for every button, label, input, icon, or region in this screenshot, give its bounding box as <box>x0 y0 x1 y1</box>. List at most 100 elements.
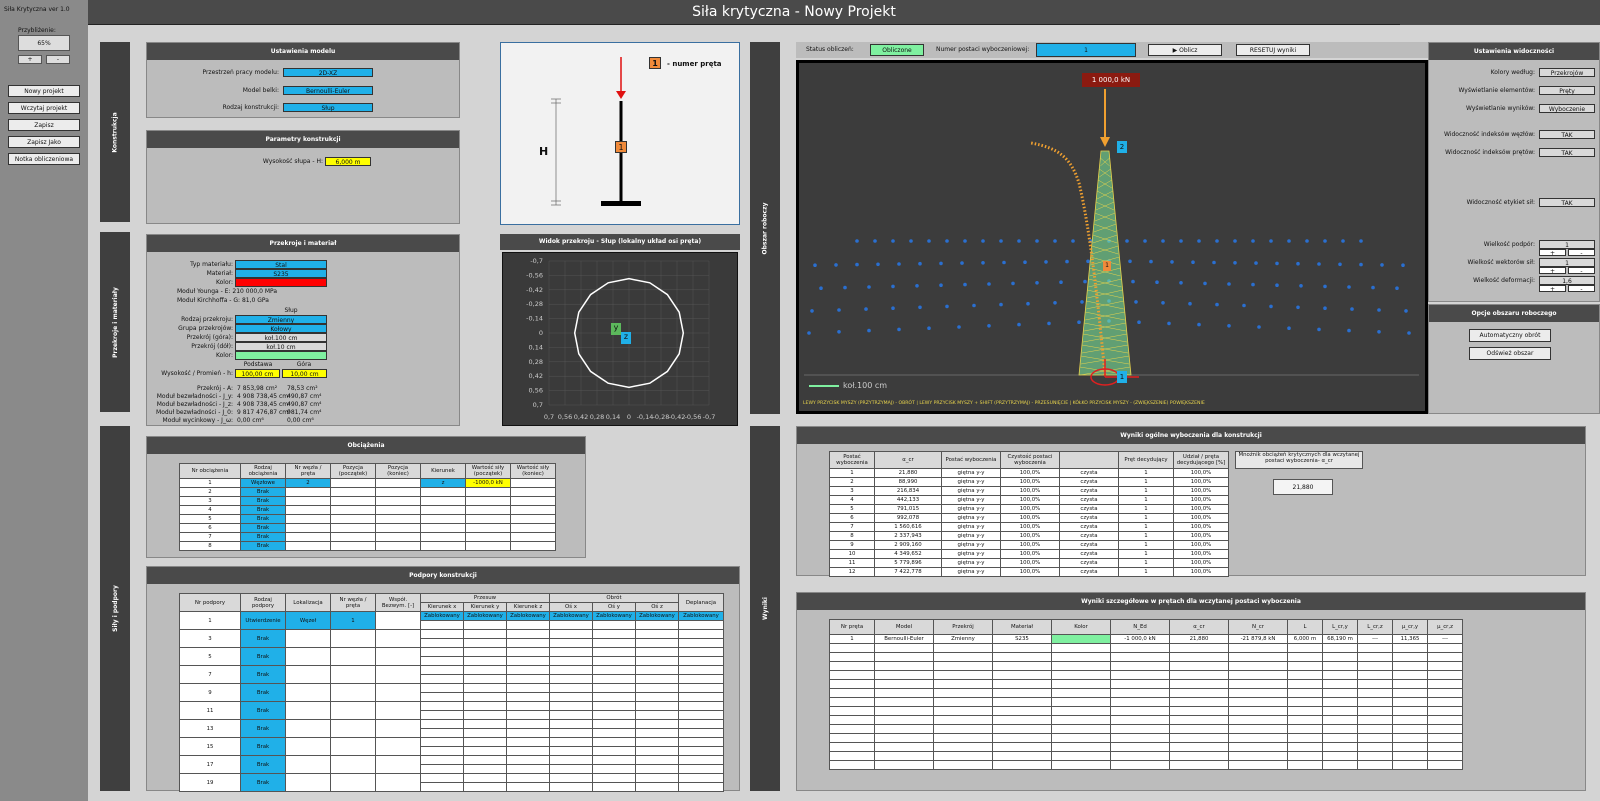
support-dof-cell[interactable] <box>549 728 593 738</box>
support-dof-cell[interactable] <box>420 683 464 693</box>
loads-cell[interactable] <box>330 505 376 515</box>
support-dof-cell[interactable] <box>463 692 507 702</box>
loads-cell[interactable] <box>465 496 511 506</box>
tab-konstrukcja[interactable]: Konstrukcja <box>100 42 130 222</box>
support-dof-cell[interactable] <box>420 710 464 720</box>
support-dof-cell[interactable] <box>549 647 593 657</box>
loads-cell[interactable] <box>285 496 331 506</box>
loads-cell[interactable] <box>510 505 556 515</box>
loads-cell[interactable] <box>510 496 556 506</box>
refresh-viewport-button[interactable]: Odśwież obszar <box>1469 347 1551 360</box>
loads-cell[interactable] <box>375 514 421 524</box>
view-setting-value[interactable]: Przekrojów <box>1539 68 1595 77</box>
save-as-button[interactable]: Zapisz Jako <box>8 136 80 148</box>
support-dof-cell[interactable] <box>506 746 550 756</box>
support-dof-cell[interactable] <box>420 665 464 675</box>
section-type-select[interactable]: Zmienny <box>235 315 327 324</box>
support-dof-cell[interactable] <box>635 692 679 702</box>
support-location[interactable] <box>285 701 331 720</box>
loads-cell[interactable] <box>285 487 331 497</box>
loads-cell[interactable] <box>375 523 421 533</box>
support-dof-cell[interactable] <box>549 656 593 666</box>
support-dof-cell[interactable] <box>592 665 636 675</box>
loads-cell[interactable]: Brak <box>240 496 286 506</box>
view-setting-value[interactable]: Wyboczenie <box>1539 104 1595 113</box>
support-dof-cell[interactable] <box>463 620 507 630</box>
reset-results-button[interactable]: RESETUJ wyniki <box>1236 44 1310 56</box>
workspace-select[interactable]: 2D-XZ <box>283 68 373 77</box>
support-dof-cell[interactable] <box>635 620 679 630</box>
view-setting-minus[interactable]: - <box>1568 267 1595 275</box>
loads-cell[interactable]: Brak <box>240 523 286 533</box>
support-dof-cell[interactable] <box>506 674 550 684</box>
view-setting-plus[interactable]: + <box>1539 267 1566 275</box>
support-dof-cell[interactable] <box>463 665 507 675</box>
support-node[interactable] <box>330 755 376 774</box>
support-node[interactable] <box>330 701 376 720</box>
support-dof-cell[interactable] <box>678 692 724 702</box>
support-dof-cell[interactable] <box>592 620 636 630</box>
loads-cell[interactable] <box>330 532 376 542</box>
loads-cell[interactable] <box>465 532 511 542</box>
support-dof-cell[interactable] <box>506 638 550 648</box>
support-dof-cell[interactable] <box>592 746 636 756</box>
support-dof-cell[interactable] <box>549 737 593 747</box>
loads-cell[interactable] <box>285 523 331 533</box>
support-dof-cell[interactable] <box>635 728 679 738</box>
support-dof-cell[interactable] <box>549 692 593 702</box>
support-dof-cell[interactable] <box>549 674 593 684</box>
results-general-row[interactable]: 82 337,943 giętna y-y 100,0% czysta 1 100,0% <box>829 531 1229 541</box>
save-button[interactable]: Zapisz <box>8 119 80 131</box>
support-coef[interactable] <box>375 719 421 738</box>
support-coef[interactable] <box>375 647 421 666</box>
support-dof-cell[interactable] <box>463 710 507 720</box>
support-dof-cell[interactable] <box>678 629 724 639</box>
material-select[interactable]: S235 <box>235 269 327 278</box>
support-dof-cell[interactable] <box>635 737 679 747</box>
support-dof-cell[interactable]: Zablokowany <box>549 611 593 621</box>
support-type[interactable]: Brak <box>240 701 286 720</box>
support-dof-cell[interactable] <box>678 620 724 630</box>
loads-cell[interactable]: -1000,0 kN <box>465 478 511 488</box>
support-location[interactable]: Węzeł <box>285 611 331 630</box>
support-coef[interactable] <box>375 665 421 684</box>
view-setting-value[interactable]: TAK <box>1539 198 1595 207</box>
support-dof-cell[interactable] <box>420 629 464 639</box>
support-dof-cell[interactable] <box>678 656 724 666</box>
support-dof-cell[interactable] <box>463 647 507 657</box>
support-dof-cell[interactable] <box>420 674 464 684</box>
support-dof-cell[interactable] <box>549 755 593 765</box>
view-setting-minus[interactable]: - <box>1568 285 1595 293</box>
support-dof-cell[interactable] <box>463 764 507 774</box>
loads-cell[interactable] <box>330 523 376 533</box>
support-dof-cell[interactable] <box>463 674 507 684</box>
support-dof-cell[interactable]: Zablokowany <box>635 611 679 621</box>
support-dof-cell[interactable] <box>635 629 679 639</box>
loads-cell[interactable] <box>465 487 511 497</box>
loads-cell[interactable] <box>465 541 511 551</box>
loads-cell[interactable] <box>330 514 376 524</box>
support-dof-cell[interactable] <box>678 764 724 774</box>
loads-cell[interactable] <box>285 514 331 524</box>
support-dof-cell[interactable]: Zablokowany <box>592 611 636 621</box>
material-type-select[interactable]: Stal <box>235 260 327 269</box>
loads-cell[interactable] <box>330 478 376 488</box>
support-dof-cell[interactable] <box>506 764 550 774</box>
support-node[interactable] <box>330 647 376 666</box>
view-setting-value[interactable]: Pręty <box>1539 86 1595 95</box>
support-dof-cell[interactable] <box>592 656 636 666</box>
view-setting-value[interactable]: 1 <box>1539 258 1595 267</box>
support-dof-cell[interactable] <box>635 674 679 684</box>
loads-cell[interactable] <box>375 478 421 488</box>
support-node[interactable] <box>330 719 376 738</box>
support-dof-cell[interactable]: Zablokowany <box>678 611 724 621</box>
3d-viewport[interactable]: 1 000,0 kN 2 1 1 koł.100 cm LEWY PRZYCIS… <box>796 60 1428 414</box>
support-dof-cell[interactable] <box>506 665 550 675</box>
support-dof-cell[interactable] <box>549 764 593 774</box>
support-dof-cell[interactable] <box>592 710 636 720</box>
calculate-button[interactable]: ▶ Oblicz <box>1148 44 1222 56</box>
loads-cell[interactable] <box>420 487 466 497</box>
support-dof-cell[interactable] <box>549 719 593 729</box>
support-dof-cell[interactable]: Zablokowany <box>506 611 550 621</box>
loads-cell[interactable] <box>420 496 466 506</box>
